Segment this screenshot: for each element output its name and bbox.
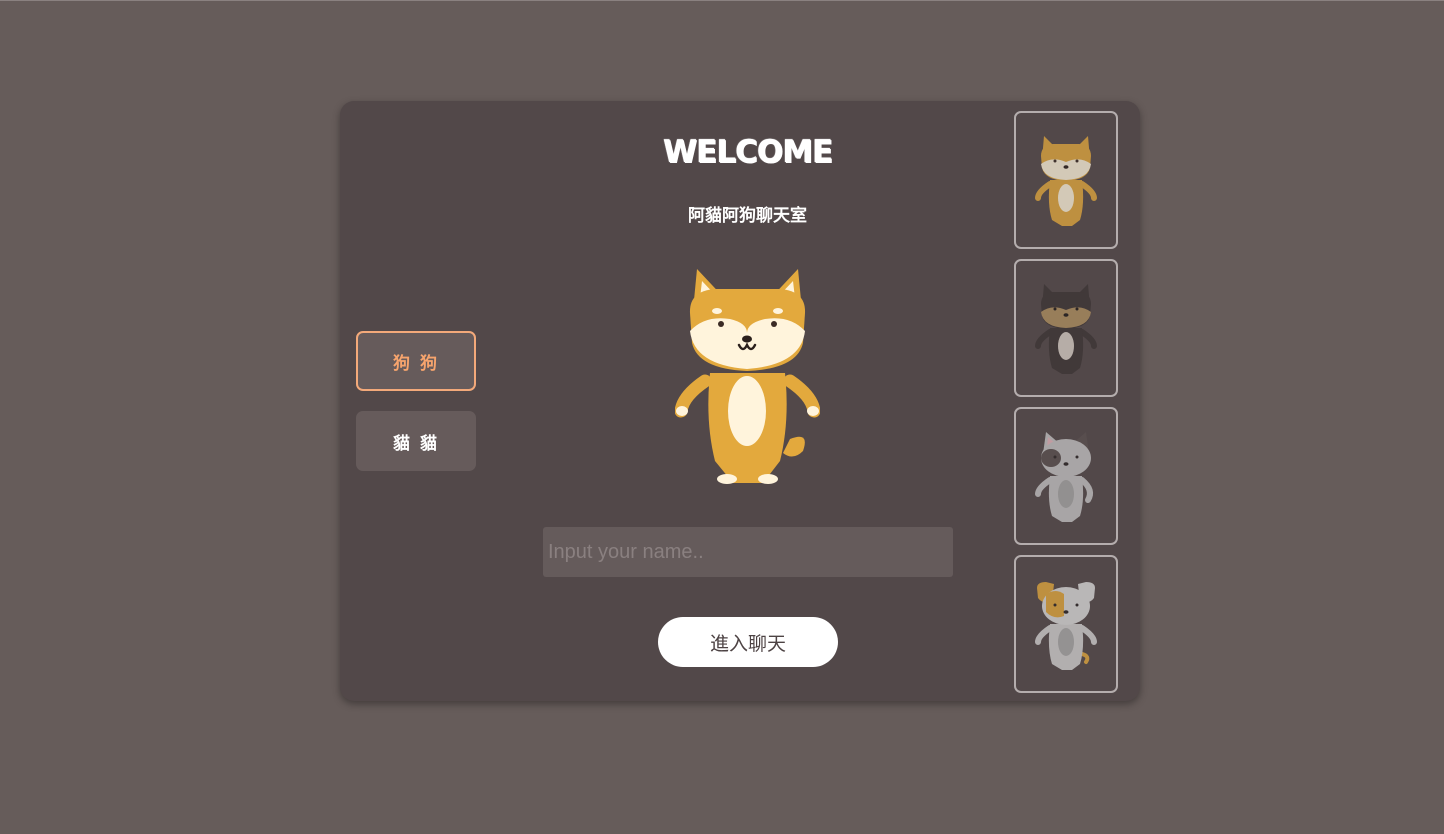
- husky-dog-icon: [1035, 284, 1097, 374]
- top-border: [0, 0, 1444, 1]
- name-input[interactable]: [543, 527, 953, 577]
- chatroom-subtitle: 阿貓阿狗聊天室: [688, 206, 807, 226]
- avatar-option-husky[interactable]: [1014, 259, 1118, 397]
- selected-avatar-image: [675, 269, 820, 484]
- dog-type-button[interactable]: 狗 狗: [356, 331, 476, 391]
- patched-dog-icon: [1035, 582, 1097, 670]
- cat-type-button[interactable]: 貓 貓: [356, 411, 476, 471]
- gray-cat-icon: [1035, 432, 1093, 522]
- avatar-option-patched-dog[interactable]: [1014, 555, 1118, 693]
- avatar-option-shiba[interactable]: [1014, 111, 1118, 249]
- avatar-option-gray-cat[interactable]: [1014, 407, 1118, 545]
- enter-chat-button[interactable]: 進入聊天: [658, 617, 838, 667]
- login-card: 狗 狗 貓 貓 WELCOME 阿貓阿狗聊天室 進入: [340, 101, 1140, 701]
- shiba-dog-icon: [1035, 136, 1097, 226]
- welcome-title: WELCOME: [662, 134, 833, 170]
